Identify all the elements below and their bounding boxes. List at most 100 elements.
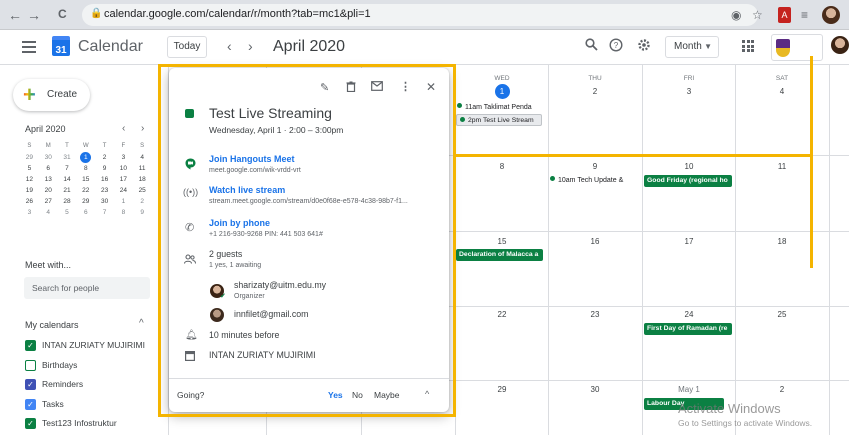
mini-day[interactable]: 29 xyxy=(76,196,95,207)
mini-day[interactable]: 2 xyxy=(133,196,152,207)
day-number[interactable]: 10 xyxy=(642,162,736,171)
rsvp-maybe-button[interactable]: Maybe xyxy=(374,390,400,400)
mini-day[interactable]: 4 xyxy=(133,152,152,163)
mini-day[interactable]: 8 xyxy=(76,163,95,174)
mini-day[interactable]: 19 xyxy=(20,185,39,196)
mini-day[interactable]: 9 xyxy=(95,163,114,174)
rsvp-no-button[interactable]: No xyxy=(352,390,363,400)
mini-day[interactable]: 16 xyxy=(95,174,114,185)
day-number[interactable]: 29 xyxy=(455,385,549,394)
chevron-up-icon[interactable]: ^ xyxy=(425,389,429,399)
calendar-checkbox[interactable]: ✓ xyxy=(25,379,36,390)
search-icon[interactable] xyxy=(585,38,598,54)
rsvp-yes-button[interactable]: Yes xyxy=(328,390,343,400)
mini-day[interactable]: 10 xyxy=(114,163,133,174)
mini-day[interactable]: 11 xyxy=(133,163,152,174)
day-number[interactable]: 17 xyxy=(642,237,736,246)
search-people-input[interactable]: Search for people xyxy=(24,277,150,299)
event-ramadan[interactable]: First Day of Ramadan (re xyxy=(644,323,732,335)
settings-gear-icon[interactable] xyxy=(637,38,651,55)
create-button[interactable]: + Create xyxy=(13,79,90,111)
day-number[interactable]: 15 xyxy=(455,237,549,246)
view-switcher[interactable]: Month ▼ xyxy=(665,36,719,58)
mini-day[interactable]: 3 xyxy=(20,207,39,218)
event-test-live-stream[interactable]: 2pm Test Live Stream xyxy=(456,114,542,126)
day-number[interactable]: 16 xyxy=(548,237,642,246)
address-url[interactable]: calendar.google.com/calendar/r/month?tab… xyxy=(104,8,371,20)
mini-day[interactable]: 7 xyxy=(95,207,114,218)
join-by-phone-link[interactable]: Join by phone xyxy=(209,218,270,228)
main-menu-icon[interactable] xyxy=(22,41,36,53)
join-hangouts-link[interactable]: Join Hangouts Meet xyxy=(209,154,295,164)
close-icon[interactable]: ✕ xyxy=(426,80,436,94)
day-number[interactable]: 24 xyxy=(642,310,736,319)
mini-day[interactable]: 18 xyxy=(133,174,152,185)
email-guests-icon[interactable] xyxy=(371,81,383,94)
mini-prev-icon[interactable]: ‹ xyxy=(122,123,125,134)
mini-day[interactable]: 30 xyxy=(39,152,58,163)
mini-day[interactable]: 23 xyxy=(95,185,114,196)
event-tech-update[interactable]: 10am Tech Update & xyxy=(550,176,642,184)
mini-day[interactable]: 24 xyxy=(114,185,133,196)
day-number[interactable]: 23 xyxy=(548,310,642,319)
google-apps-icon[interactable] xyxy=(742,40,754,52)
mini-day[interactable]: 21 xyxy=(58,185,77,196)
mini-day[interactable]: 27 xyxy=(39,196,58,207)
mini-day[interactable]: 15 xyxy=(76,174,95,185)
mini-day[interactable]: 5 xyxy=(20,163,39,174)
mini-day[interactable]: 22 xyxy=(76,185,95,196)
edit-pencil-icon[interactable]: ✎ xyxy=(320,81,329,94)
my-calendars-title[interactable]: My calendars xyxy=(25,320,79,330)
mini-day[interactable]: 29 xyxy=(20,152,39,163)
day-number[interactable]: 8 xyxy=(455,162,549,171)
mini-day[interactable]: 7 xyxy=(58,163,77,174)
day-number[interactable]: 4 xyxy=(735,87,829,96)
forward-button[interactable]: → xyxy=(27,7,41,23)
pdf-extension-icon[interactable]: A xyxy=(778,7,791,23)
mini-day[interactable]: 31 xyxy=(58,152,77,163)
mini-day[interactable]: 5 xyxy=(58,207,77,218)
mini-day[interactable]: 12 xyxy=(20,174,39,185)
back-button[interactable]: ← xyxy=(8,7,22,23)
mini-day[interactable]: 2 xyxy=(95,152,114,163)
day-number[interactable]: 3 xyxy=(642,87,736,96)
calendar-checkbox[interactable] xyxy=(25,359,36,371)
calendar-checkbox[interactable]: ✓ xyxy=(25,418,36,429)
mini-day[interactable]: 14 xyxy=(58,174,77,185)
day-number[interactable]: 22 xyxy=(455,310,549,319)
reload-button[interactable]: C xyxy=(58,7,67,21)
delete-trash-icon[interactable] xyxy=(346,81,356,95)
day-number[interactable]: 30 xyxy=(548,385,642,394)
account-avatar[interactable] xyxy=(831,36,849,54)
address-bar[interactable]: 🔒 calendar.google.com/calendar/r/month?t… xyxy=(82,4,758,26)
more-options-icon[interactable]: ⋮ xyxy=(400,80,411,93)
day-number[interactable]: 2 xyxy=(735,385,829,394)
today-button[interactable]: Today xyxy=(167,36,207,58)
mini-day[interactable]: 1 xyxy=(114,196,133,207)
mini-day[interactable]: 9 xyxy=(133,207,152,218)
day-number[interactable]: 9 xyxy=(548,162,642,171)
mini-day[interactable]: 30 xyxy=(95,196,114,207)
mini-day[interactable]: 13 xyxy=(39,174,58,185)
mini-day[interactable]: 8 xyxy=(114,207,133,218)
view-site-icon[interactable]: ◉ xyxy=(731,8,741,22)
day-number-today[interactable]: 1 xyxy=(455,84,549,99)
mini-day[interactable]: 25 xyxy=(133,185,152,196)
help-icon[interactable]: ? xyxy=(609,38,623,55)
mini-day[interactable]: 4 xyxy=(39,207,58,218)
event-taklimat[interactable]: 11am Taklimat Penda xyxy=(457,103,547,111)
mini-day[interactable]: 26 xyxy=(20,196,39,207)
prev-month-icon[interactable]: ‹ xyxy=(227,38,232,54)
calendar-checkbox[interactable]: ✓ xyxy=(25,398,36,410)
mini-next-icon[interactable]: › xyxy=(141,123,144,134)
day-number[interactable]: 18 xyxy=(735,237,829,246)
bookmark-star-icon[interactable]: ☆ xyxy=(752,8,763,22)
day-number[interactable]: 11 xyxy=(735,162,829,171)
day-number[interactable]: 2 xyxy=(548,87,642,96)
mini-day[interactable]: 17 xyxy=(114,174,133,185)
mini-day[interactable]: 28 xyxy=(58,196,77,207)
event-malacca[interactable]: Declaration of Malacca a xyxy=(456,249,543,261)
reading-list-icon[interactable]: ≡ xyxy=(801,8,808,22)
mini-day[interactable]: 6 xyxy=(39,163,58,174)
event-good-friday[interactable]: Good Friday (regional ho xyxy=(644,175,732,187)
